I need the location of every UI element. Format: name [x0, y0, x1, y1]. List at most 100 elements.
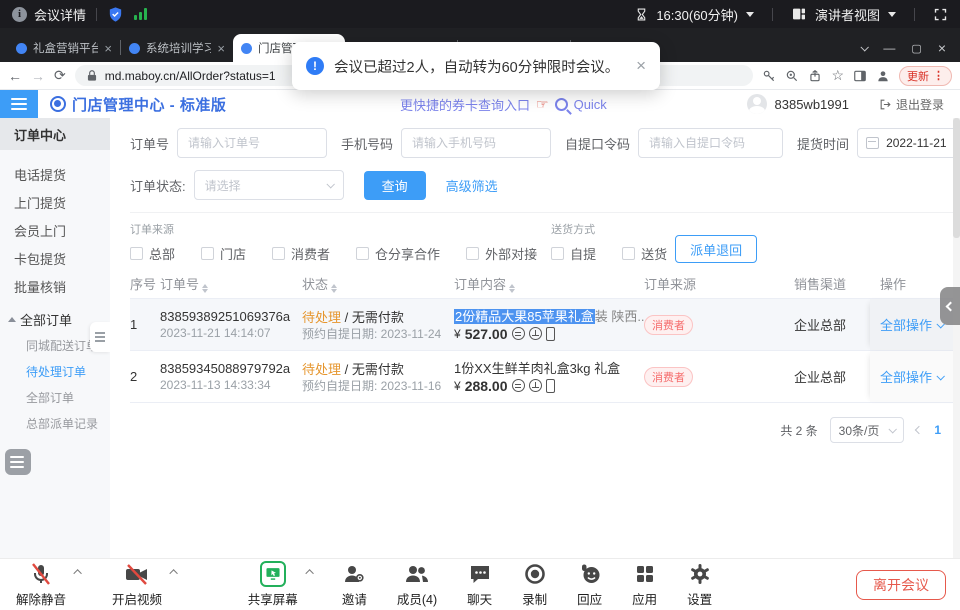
- settings-button[interactable]: 设置: [687, 561, 712, 608]
- lock-icon: [85, 69, 99, 83]
- pickup-code-input[interactable]: [638, 128, 783, 158]
- sidebar-item-phone-pickup[interactable]: 电话提货: [0, 160, 110, 188]
- window-maximize-icon[interactable]: ▢: [911, 42, 921, 55]
- dispatch-return-button[interactable]: 派单退回: [675, 235, 757, 263]
- record-button[interactable]: 录制: [522, 561, 547, 608]
- chevron-up-icon[interactable]: [169, 569, 177, 577]
- sidebar-item-all-orders[interactable]: 全部订单: [0, 384, 110, 410]
- meeting-timer: 16:30(60分钟): [656, 5, 738, 24]
- chevron-down-icon[interactable]: [746, 12, 754, 17]
- unmute-button[interactable]: 解除静音: [16, 561, 66, 608]
- advanced-filter-link[interactable]: 高级筛选: [446, 176, 498, 195]
- checkbox-consumer[interactable]: [272, 247, 285, 260]
- col-header-order-no[interactable]: 订单号: [160, 274, 302, 293]
- back-icon[interactable]: ←: [8, 68, 22, 84]
- checkbox-warehouse-share[interactable]: [356, 247, 369, 260]
- sidebar-item-member-visit[interactable]: 会员上门: [0, 216, 110, 244]
- fullscreen-icon[interactable]: [933, 7, 948, 22]
- order-status-select[interactable]: 请选择: [194, 170, 344, 200]
- page-size-select[interactable]: 30条/页: [830, 417, 905, 443]
- side-panel-icon[interactable]: [853, 69, 867, 83]
- chevron-down-icon[interactable]: [888, 12, 896, 17]
- checkbox-label[interactable]: 门店: [220, 244, 246, 263]
- collapse-panel-handle[interactable]: [940, 287, 960, 325]
- quick-panel-icon[interactable]: [5, 449, 31, 475]
- reload-icon[interactable]: ⟳: [54, 67, 66, 84]
- all-actions-dropdown[interactable]: 全部操作: [880, 367, 943, 386]
- table-row[interactable]: 2 83859345088979792a 2023-11-13 14:33:34…: [130, 351, 960, 403]
- key-icon[interactable]: [762, 69, 776, 83]
- layout-view-icon: [791, 6, 807, 22]
- tab-close-icon[interactable]: ×: [104, 41, 112, 56]
- menu-icon[interactable]: [0, 90, 38, 118]
- checkbox-label[interactable]: 仓分享合作: [375, 244, 440, 263]
- col-header-content[interactable]: 订单内容: [454, 274, 644, 293]
- checkbox-self-pickup[interactable]: [551, 247, 564, 260]
- reactions-button[interactable]: 回应: [577, 561, 602, 608]
- chat-button[interactable]: 聊天: [467, 561, 492, 608]
- order-no-input[interactable]: [177, 128, 327, 158]
- sidebar-collapse-handle[interactable]: [90, 322, 110, 352]
- checkbox-label[interactable]: 自提: [570, 244, 596, 263]
- window-close-icon[interactable]: ×: [938, 40, 946, 56]
- all-actions-dropdown[interactable]: 全部操作: [880, 315, 943, 334]
- browser-tab[interactable]: 礼盒营销平台管理中心 ×: [8, 34, 120, 62]
- star-icon[interactable]: ☆: [831, 67, 844, 84]
- view-mode-button[interactable]: 演讲者视图: [815, 5, 880, 24]
- quick-card-link[interactable]: 更快捷的券卡查询入口: [400, 95, 530, 114]
- browser-tab[interactable]: 系统培训学习 ×: [121, 34, 233, 62]
- sort-icon[interactable]: [331, 284, 337, 293]
- start-date-value[interactable]: 2022-11-21: [886, 136, 947, 150]
- app-logo-icon: [50, 96, 66, 112]
- checkbox-delivery[interactable]: [622, 247, 635, 260]
- leave-meeting-button[interactable]: 离开会议: [856, 570, 946, 600]
- phone-input[interactable]: [401, 128, 551, 158]
- shield-check-icon[interactable]: [107, 6, 124, 23]
- meeting-details-button[interactable]: 会议详情: [34, 5, 86, 24]
- forward-icon[interactable]: →: [31, 68, 45, 84]
- network-signal-icon[interactable]: [134, 8, 147, 20]
- search-button[interactable]: 查询: [364, 171, 426, 200]
- window-minimize-icon[interactable]: —: [883, 41, 895, 55]
- window-menu-icon[interactable]: [861, 43, 869, 51]
- apps-button[interactable]: 应用: [632, 561, 657, 608]
- current-page[interactable]: 1: [934, 423, 941, 437]
- tab-close-icon[interactable]: ×: [217, 41, 225, 56]
- checkbox-label[interactable]: 送货: [641, 244, 667, 263]
- quick-link[interactable]: Quick: [574, 97, 607, 112]
- date-range-picker[interactable]: 2022-11-21 - 结束日期: [857, 128, 960, 158]
- prev-page-icon[interactable]: [915, 426, 923, 434]
- close-icon[interactable]: ×: [636, 56, 646, 76]
- avatar[interactable]: [747, 94, 767, 114]
- sidebar-item-door-pickup[interactable]: 上门提货: [0, 188, 110, 216]
- share-screen-button[interactable]: 共享屏幕: [248, 561, 298, 608]
- sort-icon[interactable]: [509, 284, 515, 293]
- checkbox-label[interactable]: 外部对接: [485, 244, 537, 263]
- sidebar-item-pending-orders[interactable]: 待处理订单: [0, 358, 110, 384]
- sidebar-item-hq-dispatch-log[interactable]: 总部派单记录: [0, 410, 110, 436]
- sidebar-item-card-pickup[interactable]: 卡包提货: [0, 244, 110, 272]
- checkbox-hq[interactable]: [130, 247, 143, 260]
- zoom-icon[interactable]: [785, 69, 799, 83]
- chevron-up-icon[interactable]: [73, 569, 81, 577]
- source-badge: 消费者: [644, 315, 693, 335]
- checkbox-label[interactable]: 总部: [149, 244, 175, 263]
- checkbox-store[interactable]: [201, 247, 214, 260]
- scrollbar-thumb[interactable]: [953, 118, 960, 238]
- share-icon[interactable]: [808, 69, 822, 83]
- chevron-up-icon[interactable]: [305, 569, 313, 577]
- checkbox-label[interactable]: 消费者: [291, 244, 330, 263]
- members-button[interactable]: 成员(4): [397, 561, 437, 608]
- update-badge[interactable]: 更新 ⋮: [899, 66, 952, 86]
- profile-icon[interactable]: [876, 69, 890, 83]
- invite-button[interactable]: 邀请: [342, 561, 367, 608]
- kebab-menu-icon[interactable]: ⋮: [933, 69, 944, 82]
- col-header-status[interactable]: 状态: [302, 274, 454, 293]
- checkbox-external[interactable]: [466, 247, 479, 260]
- sort-icon[interactable]: [202, 284, 208, 293]
- logout-button[interactable]: 退出登录: [879, 96, 944, 113]
- start-video-button[interactable]: 开启视频: [112, 561, 162, 608]
- table-row[interactable]: 1 83859389251069376a 2023-11-21 14:14:07…: [130, 299, 960, 351]
- tab-title: 礼盒营销平台管理中心: [33, 40, 98, 56]
- sidebar-item-batch-verify[interactable]: 批量核销: [0, 272, 110, 300]
